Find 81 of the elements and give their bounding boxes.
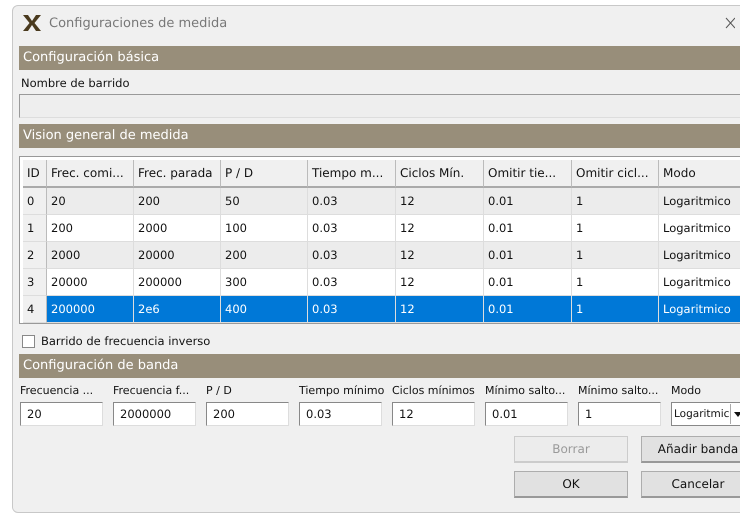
column-header[interactable]: Frec. parada (134, 160, 221, 188)
table-cell: 2e6 (134, 296, 221, 323)
checkbox-label: Barrido de frecuencia inverso (41, 334, 210, 348)
table-cell: 20000 (47, 269, 134, 296)
table-cell: 12 (396, 215, 484, 242)
input-field[interactable]: 0.03 (299, 402, 382, 426)
window-title: Configuraciones de medida (49, 16, 228, 30)
dialog-button[interactable]: OK (514, 471, 628, 498)
table-cell: 1 (572, 188, 659, 215)
section-header: Configuración de banda (19, 354, 740, 378)
field-label: Frecuencia f... (113, 384, 190, 397)
input-field[interactable] (19, 94, 740, 118)
table-cell: Logaritmico (659, 296, 740, 323)
table-cell: 3 (23, 269, 47, 296)
table-cell: 200 (221, 242, 308, 269)
table-cell: 1 (572, 269, 659, 296)
table-cell: 0.03 (308, 269, 396, 296)
input-field[interactable]: 200 (206, 402, 289, 426)
field-label: Mínimo salto... (578, 384, 660, 397)
table-cell: 0.03 (308, 215, 396, 242)
section-header: Vision general de medida (19, 124, 740, 148)
x-logo-icon (22, 14, 42, 32)
column-header[interactable]: ID (23, 160, 47, 188)
column-header[interactable]: Frec. comi... (47, 160, 134, 188)
column-header[interactable]: Modo (659, 160, 740, 188)
column-header[interactable]: P / D (221, 160, 308, 188)
column-header[interactable]: Tiempo m... (308, 160, 396, 188)
table-cell: 0.03 (308, 242, 396, 269)
mode-dropdown[interactable]: Logaritmic (671, 402, 740, 426)
table-cell: 1 (572, 215, 659, 242)
dialog-button[interactable]: Cancelar (641, 471, 740, 498)
table-cell: 200000 (47, 296, 134, 323)
field-label: Mínimo salto... (485, 384, 566, 397)
section-header: Configuración básica (19, 46, 740, 70)
table-cell: 2 (23, 242, 47, 269)
table-cell: 200 (134, 188, 221, 215)
table-cell: 1 (23, 215, 47, 242)
column-header[interactable]: Omitir cicl... (572, 160, 659, 188)
dialog-button[interactable]: Añadir banda (641, 436, 740, 463)
table-cell: Logaritmico (659, 188, 740, 215)
close-icon[interactable] (725, 17, 735, 29)
table-cell: 1 (572, 242, 659, 269)
table-cell: 0.01 (484, 242, 572, 269)
table-cell: 0.01 (484, 188, 572, 215)
field-label: Tiempo mínimo (299, 384, 382, 397)
table-cell: 0.01 (484, 215, 572, 242)
table-cell: 400 (221, 296, 308, 323)
input-field[interactable]: 2000000 (113, 402, 196, 426)
table-cell: 50 (221, 188, 308, 215)
table-cell: 1 (572, 296, 659, 323)
table-cell: 0.03 (308, 296, 396, 323)
field-label: Ciclos mínimos (392, 384, 475, 397)
table-cell: 0.01 (484, 269, 572, 296)
table-cell: 0.03 (308, 188, 396, 215)
input-field[interactable]: 0.01 (485, 402, 568, 426)
field-label: Modo (671, 384, 702, 397)
table-cell: 12 (396, 269, 484, 296)
field-label: P / D (206, 384, 233, 397)
table-cell: 20 (47, 188, 134, 215)
field-label: Frecuencia ... (20, 384, 94, 397)
column-header[interactable]: Omitir tie... (484, 160, 572, 188)
table-cell: 2000 (134, 215, 221, 242)
table-cell: 20000 (134, 242, 221, 269)
table-cell: Logaritmico (659, 242, 740, 269)
field-label: Nombre de barrido (20, 75, 131, 92)
table-cell: 200 (47, 215, 134, 242)
table-cell: 2000 (47, 242, 134, 269)
table-cell: 0 (23, 188, 47, 215)
table-cell: 12 (396, 242, 484, 269)
input-field[interactable]: 20 (20, 402, 103, 426)
table-cell: 100 (221, 215, 308, 242)
checkbox[interactable] (22, 334, 35, 348)
table-cell: 4 (23, 296, 47, 323)
input-field[interactable]: 1 (578, 402, 661, 426)
column-header[interactable]: Ciclos Mín. (396, 160, 484, 188)
table-cell: 12 (396, 296, 484, 323)
table-cell: 0.01 (484, 296, 572, 323)
table-cell: 12 (396, 188, 484, 215)
input-field[interactable]: 12 (392, 402, 475, 426)
table-cell: 200000 (134, 269, 221, 296)
table-cell: 300 (221, 269, 308, 296)
